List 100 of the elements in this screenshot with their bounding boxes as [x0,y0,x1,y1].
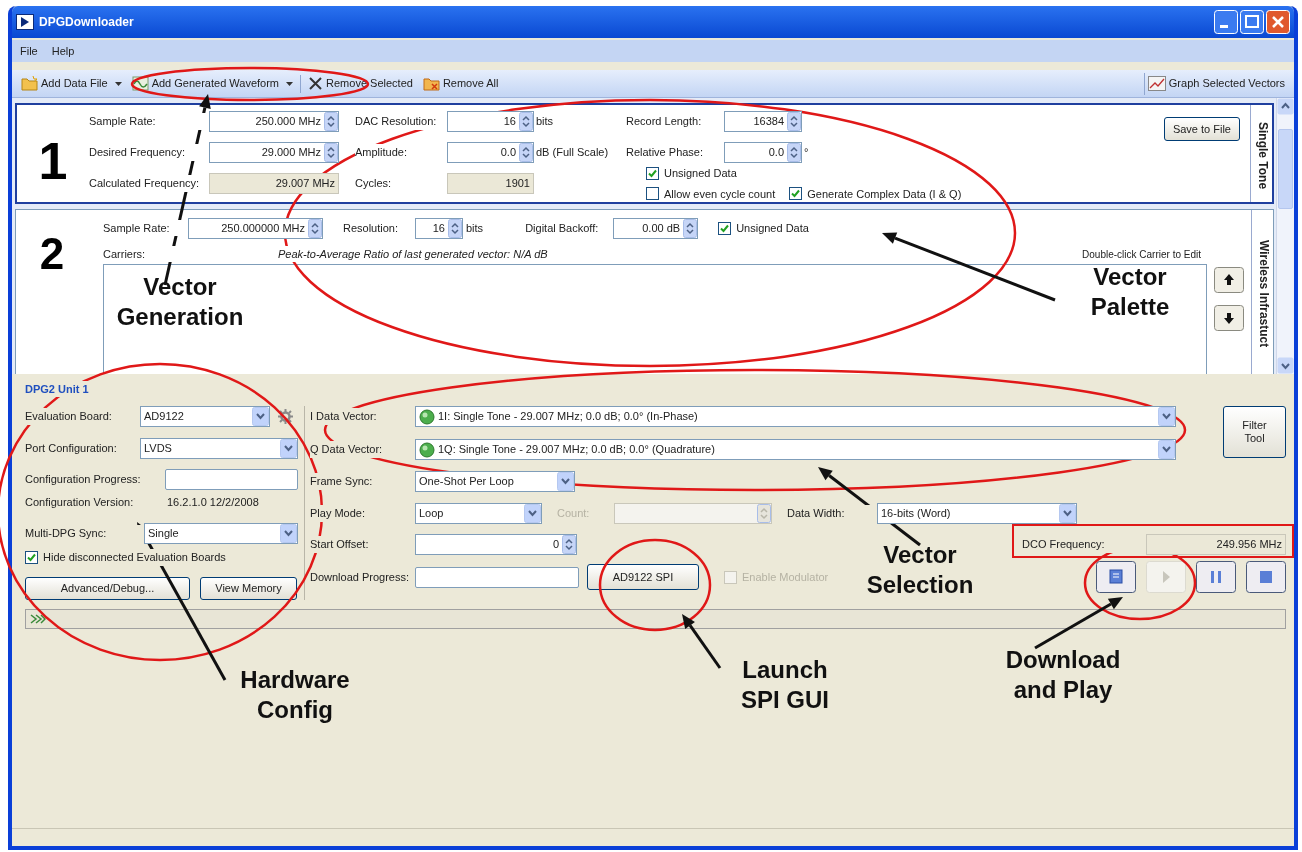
spin-buttons[interactable] [324,112,338,131]
dropdown[interactable]: 16-bits (Word) [877,503,1077,524]
scroll-up-button[interactable] [1277,98,1294,115]
spin-buttons[interactable] [683,218,698,238]
dropdown[interactable]: 1Q: Single Tone - 29.007 MHz; 0.0 dB; 0.0° (Quadrature) [415,439,1176,460]
view-memory-button[interactable]: View Memory [200,577,297,600]
folder-icon [422,76,440,91]
move-down-button[interactable] [1214,305,1244,331]
readout-field: 249.956 MHz [1146,534,1286,555]
chart-icon [1147,76,1166,91]
readout-field: 1901 [447,173,534,194]
dropdown-button[interactable] [280,439,297,458]
dropdown-button[interactable] [1059,504,1076,523]
spin-buttons[interactable] [448,218,462,238]
spi-button[interactable]: AD9122 SPI [587,564,699,590]
menu-item[interactable]: File [20,42,38,60]
callout-label: Download and Play [1004,645,1122,705]
dropdown-button[interactable] [280,524,297,543]
toolbar-button[interactable]: Graph Selected Vectors [1143,72,1288,95]
dropdown[interactable]: AD9122 [140,406,270,427]
unit-label: dB (Full Scale) [535,145,610,161]
dropdown[interactable]: One-Shot Per Loop [415,471,575,492]
spin-buttons[interactable] [324,143,338,162]
close-button[interactable] [1266,10,1290,34]
minimize-button[interactable] [1214,10,1238,34]
number-field[interactable]: 0.0 [447,142,534,163]
gear-icon[interactable] [277,408,294,425]
spin-buttons[interactable] [519,143,533,162]
toolbar-button[interactable]: Add Generated Waveform [128,72,297,95]
number-field[interactable]: 0.00 dB [613,217,699,239]
close-icon [308,76,324,91]
number-field[interactable]: 16 [415,217,463,239]
caret-icon [114,81,122,86]
field-label: Multi-DPG Sync: [25,525,144,542]
toolbar-button[interactable]: Remove Selected [305,72,416,95]
spin-buttons[interactable] [787,143,801,162]
field-label: Download Progress: [310,571,411,583]
checkbox[interactable] [646,166,659,180]
callout-label: Launch SPI GUI [740,655,830,715]
callout-label: Vector Palette [1089,262,1171,322]
status-circle-icon [419,408,435,425]
checkbox[interactable] [25,551,38,564]
app-icon [16,14,34,30]
panel-number: 2 [38,228,66,280]
progress-icon [30,614,46,624]
dropdown-button[interactable] [1158,407,1175,426]
spin-buttons[interactable] [562,535,576,554]
dropdown[interactable]: LVDS [140,438,298,459]
number-field[interactable]: 16 [447,111,534,132]
scroll-down-button[interactable] [1277,357,1294,374]
spin-buttons[interactable] [787,112,801,131]
checkbox[interactable] [646,187,659,201]
filter-tool-button[interactable]: Filter Tool [1223,406,1286,458]
carrier-list[interactable] [103,264,1207,374]
number-field[interactable]: 16384 [724,111,802,132]
callout-label: Hardware Config [239,665,351,725]
download-button[interactable] [1096,561,1136,593]
dropdown-button[interactable] [1158,440,1175,459]
folder-icon [21,76,38,91]
status-text: Peak-to-Average Ratio of last generated vector: N/A dB [278,245,548,263]
pause-button[interactable] [1196,561,1236,593]
panel-tab[interactable]: Single Tone [1250,105,1272,202]
unit-label: ° [803,145,810,161]
dropdown[interactable]: 1I: Single Tone - 29.007 MHz; 0.0 dB; 0.0° (In-Phase) [415,406,1176,427]
number-field[interactable]: 250.000 MHz [209,111,339,132]
group-title: DPG2 Unit 1 [25,380,89,398]
hint-text: Double-click Carrier to Edit [1082,247,1201,262]
stop-button[interactable] [1246,561,1286,593]
panel-number: 1 [37,130,69,192]
number-field[interactable]: 0 [415,534,577,555]
dropdown-button[interactable] [524,504,541,523]
spin-buttons[interactable] [308,218,322,238]
field-label: Sample Rate: [89,113,209,130]
advanced-button[interactable]: Advanced/Debug... [25,577,190,600]
panel-tab[interactable]: Wireless Infrastuct [1251,210,1273,374]
toolbar-button[interactable]: Add Data File [18,72,125,95]
unit-label: bits [466,220,484,236]
caret-icon [286,81,294,86]
checkbox-label: Hide disconnected Evaluation Boards [43,549,226,566]
save-button[interactable]: Save to File [1163,117,1240,141]
move-up-button[interactable] [1214,267,1244,293]
toolbar-button[interactable]: Remove All [419,72,502,95]
scroll-thumb[interactable] [1278,129,1293,209]
spin-buttons[interactable] [519,112,533,131]
menu-item[interactable]: Help [51,42,75,60]
readout-field: 29.007 MHz [209,173,339,194]
checkbox[interactable] [789,187,803,201]
dropdown-button[interactable] [557,472,574,491]
window-title: DPGDownloader [39,14,134,31]
number-field[interactable]: 29.000 MHz [209,142,339,163]
dropdown-button[interactable] [252,407,269,426]
dropdown[interactable]: Single [144,523,298,544]
checkbox[interactable] [718,221,732,235]
callout-label: Vector Selection [865,540,975,600]
number-field[interactable]: 0.0 [724,142,802,163]
maximize-button[interactable] [1240,10,1264,34]
number-field[interactable]: 250.000000 MHz [188,217,323,239]
status-circle-icon [419,441,435,458]
unit-label: bits [535,114,555,130]
dropdown[interactable]: Loop [415,503,542,524]
